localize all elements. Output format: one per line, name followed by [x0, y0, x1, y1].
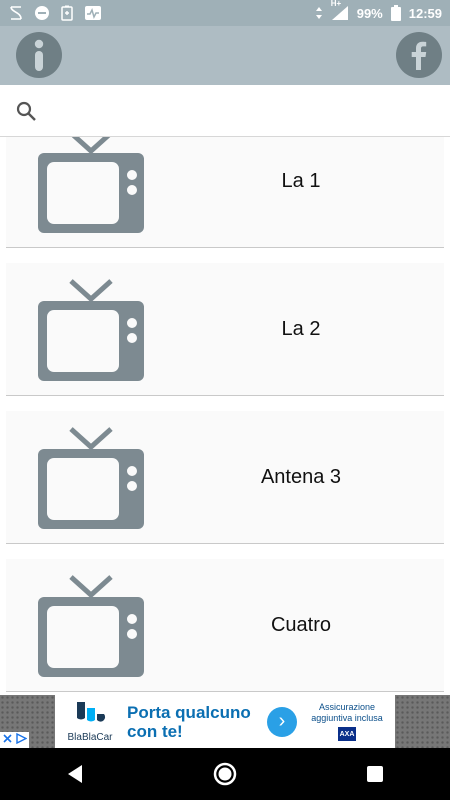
ad-headline: Porta qualcuno con te!	[127, 702, 251, 741]
home-button[interactable]	[195, 754, 255, 794]
home-icon	[213, 762, 237, 786]
channel-name: La 1	[281, 169, 321, 192]
ad-close-icon[interactable]	[2, 733, 13, 747]
back-button[interactable]	[45, 754, 105, 794]
facebook-icon	[396, 32, 442, 78]
channel-name: La 2	[281, 317, 321, 340]
channel-item[interactable]: La 1	[6, 137, 444, 248]
info-icon	[16, 32, 62, 78]
search-icon[interactable]	[15, 100, 37, 122]
adchoices-icon[interactable]	[15, 732, 28, 747]
do-not-disturb-icon	[34, 5, 50, 21]
system-icons: H+ 99% 12:59	[315, 0, 442, 21]
channel-item[interactable]: Cuatro	[6, 559, 444, 692]
battery-percent: 99%	[356, 5, 383, 21]
system-navigation-bar	[0, 748, 450, 800]
ad-banner[interactable]: BlaBlaCar Porta qualcuno con te! › Assic…	[0, 695, 450, 748]
ad-cta-arrow-icon[interactable]: ›	[267, 706, 297, 737]
info-button[interactable]	[16, 32, 62, 78]
ad-side-text: Assicurazione aggiuntiva inclusa	[311, 702, 383, 723]
notification-icons	[8, 5, 102, 21]
recents-icon	[367, 766, 383, 782]
status-bar: H+ 99% 12:59	[0, 0, 450, 26]
ad-choices[interactable]	[0, 732, 29, 748]
signal-icon: H+	[331, 0, 349, 21]
clock: 12:59	[408, 5, 442, 21]
network-type: H+	[330, 0, 342, 8]
blablacar-logo-icon	[77, 702, 106, 722]
channel-list: La 1 La 2 Antena 3 Cuatro	[0, 137, 450, 695]
battery-icon	[390, 5, 401, 21]
channel-name: Antena 3	[260, 465, 342, 488]
ad-brand: BlaBlaCar	[55, 700, 125, 743]
ad-content[interactable]: BlaBlaCar Porta qualcuno con te! › Assic…	[55, 695, 395, 748]
tv-icon	[38, 575, 144, 677]
channel-item[interactable]: La 2	[6, 263, 444, 396]
facebook-button[interactable]	[396, 32, 442, 78]
ad-brand-name: BlaBlaCar	[67, 732, 113, 743]
axa-logo-icon: AXA	[338, 727, 356, 741]
swiftkey-icon	[8, 5, 24, 21]
search-input[interactable]	[47, 101, 427, 120]
back-icon	[68, 765, 82, 783]
data-arrows-icon	[315, 6, 323, 20]
activity-icon	[84, 5, 102, 21]
channel-name: Cuatro	[270, 613, 332, 636]
ad-side: Assicurazione aggiuntiva inclusa AXA	[307, 702, 387, 741]
tv-icon	[38, 427, 144, 529]
ad-pattern-right	[395, 695, 450, 748]
tv-icon	[38, 279, 144, 381]
battery-saver-icon	[60, 5, 74, 21]
channel-item[interactable]: Antena 3	[6, 411, 444, 544]
recents-button[interactable]	[345, 754, 405, 794]
tv-icon	[38, 137, 144, 233]
app-bar	[0, 26, 450, 85]
search-bar	[0, 85, 450, 137]
